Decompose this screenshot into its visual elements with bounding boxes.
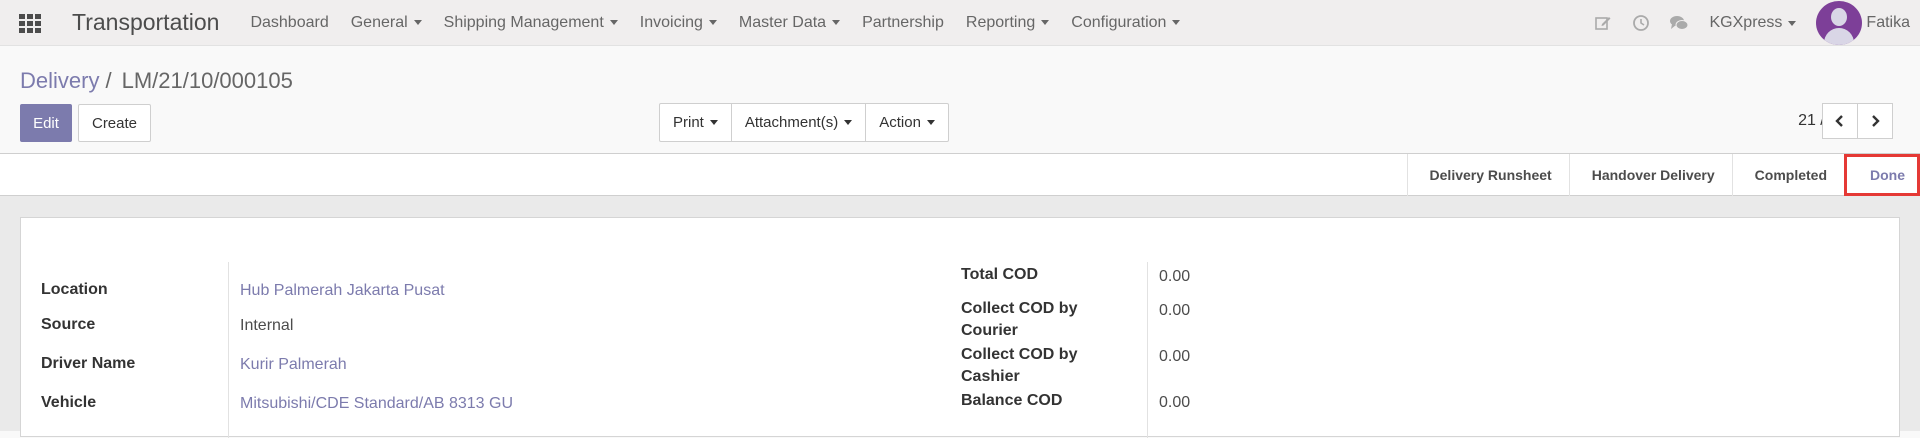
navbar-right: KGXpress Fatika [1584, 0, 1920, 46]
driver-name-value[interactable]: Kurir Palmerah [240, 356, 347, 374]
form-sheet: Location Hub Palmerah Jakarta Pusat Sour… [20, 217, 1900, 437]
caret-down-icon [1041, 20, 1049, 25]
balance-cod-value: 0.00 [1159, 394, 1190, 412]
action-button-group: Print Attachment(s) Action [659, 103, 949, 142]
print-dropdown[interactable]: Print [660, 104, 732, 141]
caret-down-icon [610, 20, 618, 25]
action-dropdown[interactable]: Action [866, 104, 948, 141]
create-button[interactable]: Create [78, 104, 151, 142]
location-value[interactable]: Hub Palmerah Jakarta Pusat [240, 282, 445, 300]
user-name[interactable]: Fatika [1866, 14, 1910, 32]
vehicle-value[interactable]: Mitsubishi/CDE Standard/AB 8313 GU [240, 395, 513, 413]
collect-cod-cashier-value: 0.00 [1159, 348, 1190, 366]
clock-icon[interactable] [1631, 13, 1651, 33]
menu-configuration[interactable]: Configuration [1071, 14, 1180, 32]
chat-icon[interactable] [1669, 13, 1689, 33]
top-navbar: Transportation Dashboard General Shippin… [0, 0, 1920, 46]
driver-name-label: Driver Name [41, 353, 135, 375]
menu-master-data[interactable]: Master Data [739, 14, 840, 32]
caret-down-icon [414, 20, 422, 25]
edit-button[interactable]: Edit [20, 104, 72, 142]
stage-completed[interactable]: Completed [1732, 154, 1844, 196]
caret-down-icon [832, 20, 840, 25]
source-label: Source [41, 314, 95, 336]
location-label: Location [41, 279, 108, 301]
caret-down-icon [927, 120, 935, 125]
total-cod-label: Total COD [961, 264, 1038, 286]
source-value: Internal [240, 317, 293, 335]
left-group-divider [228, 262, 229, 438]
menu-invoicing[interactable]: Invoicing [640, 14, 717, 32]
apps-menu-icon[interactable] [19, 14, 41, 32]
stage-done[interactable]: Done [1844, 154, 1920, 196]
caret-down-icon [709, 20, 717, 25]
caret-down-icon [1172, 20, 1180, 25]
collect-cod-cashier-label: Collect COD by Cashier [961, 344, 1077, 388]
breadcrumb-separator: / [105, 68, 111, 94]
stage-handover-delivery[interactable]: Handover Delivery [1569, 154, 1732, 196]
main-menu: Dashboard General Shipping Management In… [239, 14, 1191, 32]
collect-cod-courier-label: Collect COD by Courier [961, 298, 1077, 342]
stage-delivery-runsheet[interactable]: Delivery Runsheet [1407, 154, 1569, 196]
balance-cod-label: Balance COD [961, 390, 1062, 412]
edit-icon[interactable] [1593, 13, 1613, 33]
status-bar: Delivery Runsheet Handover Delivery Comp… [0, 153, 1920, 196]
attachments-dropdown[interactable]: Attachment(s) [732, 104, 866, 141]
avatar[interactable] [1816, 1, 1862, 45]
company-switcher[interactable]: KGXpress [1710, 14, 1797, 32]
collect-cod-courier-value: 0.00 [1159, 302, 1190, 320]
menu-reporting[interactable]: Reporting [966, 14, 1049, 32]
breadcrumb-current: LM/21/10/000105 [122, 68, 293, 94]
vehicle-label: Vehicle [41, 392, 96, 414]
caret-down-icon [844, 120, 852, 125]
caret-down-icon [1788, 21, 1796, 26]
pager-next-button[interactable] [1857, 103, 1893, 139]
breadcrumb: Delivery / LM/21/10/000105 [20, 68, 293, 94]
status-stages: Delivery Runsheet Handover Delivery Comp… [1407, 154, 1920, 196]
chevron-right-icon [1869, 114, 1881, 128]
right-group-divider [1147, 262, 1148, 438]
chevron-left-icon [1834, 114, 1846, 128]
breadcrumb-delivery-link[interactable]: Delivery [20, 68, 99, 94]
menu-dashboard[interactable]: Dashboard [250, 14, 328, 32]
menu-shipping-management[interactable]: Shipping Management [444, 14, 618, 32]
app-title: Transportation [72, 9, 219, 36]
menu-general[interactable]: General [351, 14, 422, 32]
pager-previous-button[interactable] [1822, 103, 1858, 139]
menu-partnership[interactable]: Partnership [862, 14, 944, 32]
total-cod-value: 0.00 [1159, 268, 1190, 286]
caret-down-icon [710, 120, 718, 125]
